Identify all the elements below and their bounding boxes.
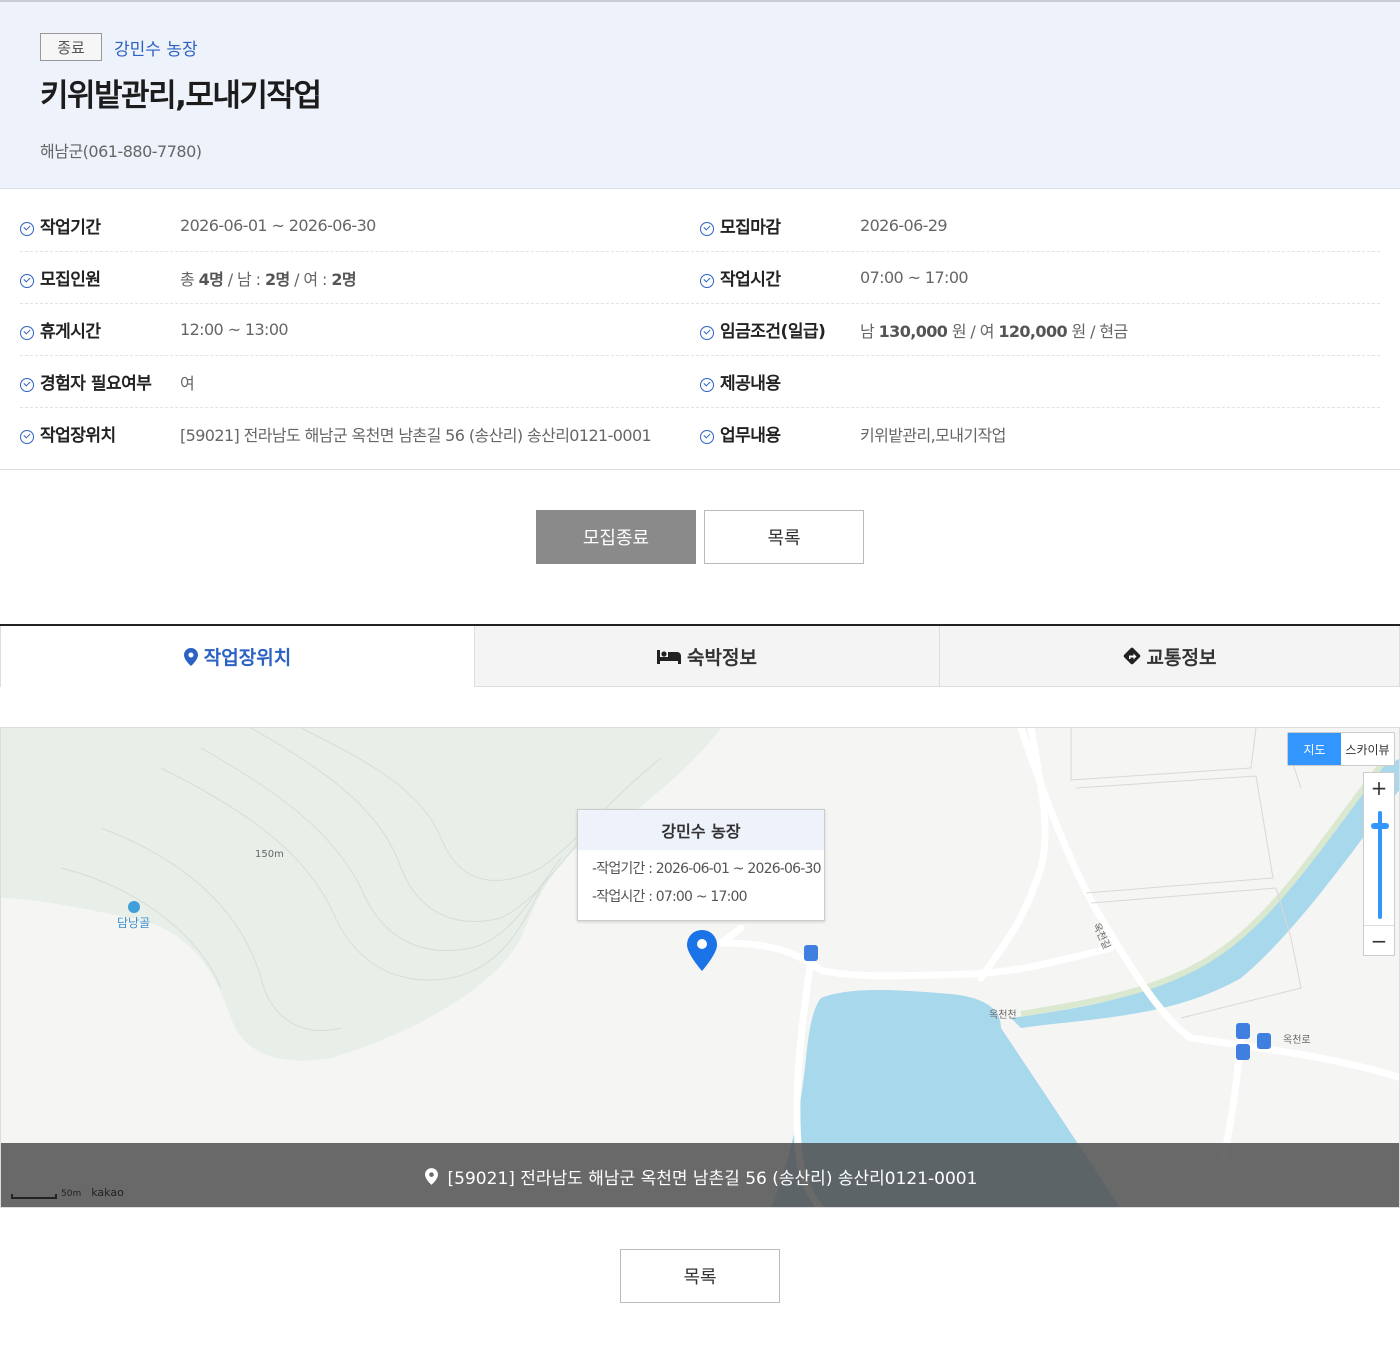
tab-location-label: 작업장위치	[203, 647, 292, 669]
list-button-bottom[interactable]: 목록	[620, 1249, 780, 1303]
wage-label: 임금조건(일급)	[720, 322, 826, 342]
location-map[interactable]: 150m 담낭골 옥천천 옥천로 옥천길 강민수 농장 -작업기간 : 2026…	[0, 727, 1400, 1208]
break-label: 휴게시간	[40, 322, 101, 342]
place-label: 담낭골	[117, 916, 151, 930]
provide-label: 제공내용	[720, 374, 781, 394]
check-circle-icon	[700, 221, 714, 236]
location-label: 작업장위치	[40, 426, 116, 446]
tab-traffic-label: 교통정보	[1146, 646, 1217, 669]
farm-name: 강민수 농장	[114, 40, 198, 60]
zoom-slider-handle[interactable]	[1371, 823, 1389, 829]
stream-label: 옥천천	[989, 1010, 1017, 1021]
location-value: [59021] 전라남도 해남군 옥천면 남촌길 56 (송산리) 송산리012…	[180, 425, 652, 445]
zoom-out-button[interactable]: −	[1364, 925, 1394, 955]
check-circle-icon	[20, 429, 34, 444]
job-header: 종료 강민수 농장 키위밭관리,모내기작업 해남군(061-880-7780)	[0, 0, 1400, 189]
info-row: 경험자 필요여부 여 제공내용	[20, 356, 1380, 408]
tab-location[interactable]: 작업장위치	[0, 626, 474, 687]
task-label: 업무내용	[720, 426, 781, 446]
experience-label: 경험자 필요여부	[40, 374, 152, 394]
elevation-label: 150m	[255, 849, 284, 860]
page-title: 키위밭관리,모내기작업	[40, 78, 322, 114]
map-background	[1, 728, 1399, 1207]
work-time-label: 작업시간	[720, 270, 781, 290]
scale-label: 50m	[61, 1189, 82, 1199]
check-circle-icon	[20, 273, 34, 288]
map-type-toggle: 지도 스카이뷰	[1287, 732, 1395, 766]
map-scale: 50m kakao	[11, 1186, 124, 1199]
bed-icon	[657, 650, 682, 664]
list-button[interactable]: 목록	[704, 510, 864, 564]
tab-lodging[interactable]: 숙박정보	[474, 626, 939, 687]
info-row: 작업기간 2026-06-01 ~ 2026-06-30 모집마감 2026-0…	[20, 200, 1380, 252]
deadline-label: 모집마감	[720, 218, 781, 238]
map-address-bar: [59021] 전라남도 해남군 옥천면 남촌길 56 (송산리) 송산리012…	[1, 1143, 1399, 1207]
contact-info: 해남군(061-880-7780)	[40, 142, 202, 161]
info-tabs: 작업장위치 숙박정보 교통정보	[0, 624, 1400, 687]
tab-traffic[interactable]: 교통정보	[939, 626, 1400, 687]
map-pin-icon	[183, 647, 198, 666]
status-badge: 종료	[40, 33, 102, 61]
map-pin-icon	[424, 1167, 438, 1185]
wage-value: 남 130,000 원 / 여 120,000 원 / 현금	[860, 321, 1128, 341]
recruit-closed-button[interactable]: 모집종료	[536, 510, 696, 564]
check-circle-icon	[700, 273, 714, 288]
deadline-value: 2026-06-29	[860, 216, 948, 235]
info-row: 작업장위치 [59021] 전라남도 해남군 옥천면 남촌길 56 (송산리) …	[20, 408, 1380, 460]
scale-bar	[11, 1194, 57, 1199]
work-time-value: 07:00 ~ 17:00	[860, 268, 969, 287]
recruit-label: 모집인원	[40, 270, 101, 290]
info-row: 모집인원 총 4명 / 남 : 2명 / 여 : 2명 작업시간 07:00 ~…	[20, 252, 1380, 304]
info-row: 휴게시간 12:00 ~ 13:00 임금조건(일급) 남 130,000 원 …	[20, 304, 1380, 356]
experience-value: 여	[180, 373, 195, 393]
map-view-button[interactable]: 지도	[1288, 733, 1341, 765]
check-circle-icon	[20, 221, 34, 236]
directions-icon	[1123, 647, 1140, 665]
check-circle-icon	[700, 429, 714, 444]
zoom-control: + −	[1363, 772, 1395, 956]
info-window-title: 강민수 농장	[578, 810, 824, 850]
skyview-button[interactable]: 스카이뷰	[1341, 733, 1394, 765]
farm-info-window: 강민수 농장 -작업기간 : 2026-06-01 ~ 2026-06-30 -…	[577, 809, 825, 921]
recruit-value: 총 4명 / 남 : 2명 / 여 : 2명	[180, 269, 357, 289]
check-circle-icon	[20, 377, 34, 392]
break-value: 12:00 ~ 13:00	[180, 320, 289, 339]
check-circle-icon	[20, 325, 34, 340]
work-period-value: 2026-06-01 ~ 2026-06-30	[180, 216, 376, 235]
map-provider-logo: kakao	[91, 1186, 124, 1199]
info-window-time: -작업시간 : 07:00 ~ 17:00	[592, 889, 748, 905]
check-circle-icon	[700, 325, 714, 340]
divider	[0, 469, 1400, 470]
road-label: 옥천로	[1283, 1035, 1311, 1046]
job-info-table: 작업기간 2026-06-01 ~ 2026-06-30 모집마감 2026-0…	[20, 200, 1380, 460]
zoom-in-button[interactable]: +	[1364, 773, 1394, 803]
work-period-label: 작업기간	[40, 218, 101, 238]
check-circle-icon	[700, 377, 714, 392]
task-value: 키위밭관리,모내기작업	[860, 425, 1006, 445]
map-address: [59021] 전라남도 해남군 옥천면 남촌길 56 (송산리) 송산리012…	[447, 1168, 978, 1189]
info-window-period: -작업기간 : 2026-06-01 ~ 2026-06-30	[592, 861, 822, 877]
tab-lodging-label: 숙박정보	[687, 646, 757, 669]
